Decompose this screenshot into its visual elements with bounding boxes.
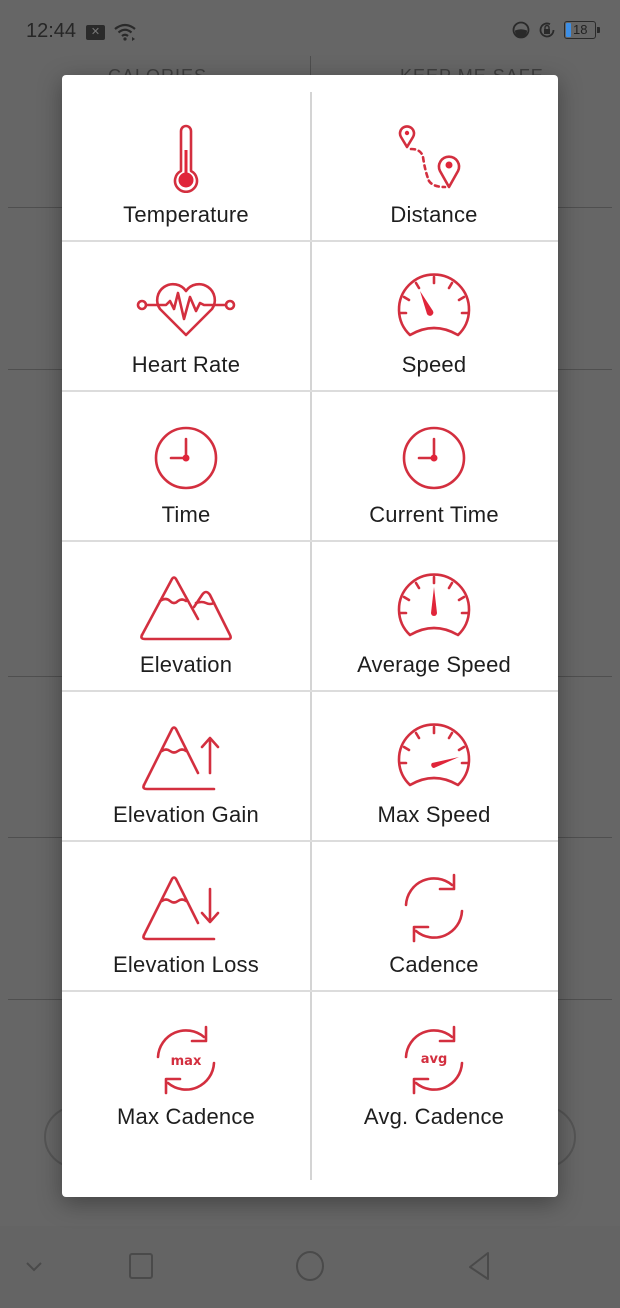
grid-row: Time Current Time xyxy=(62,392,558,542)
option-temperature[interactable]: Temperature xyxy=(62,92,310,240)
speedometer-icon xyxy=(397,273,471,337)
option-label: Heart Rate xyxy=(131,352,241,377)
option-time[interactable]: Time xyxy=(62,392,310,540)
option-label: Max Speed xyxy=(377,802,491,827)
max-cadence-icon: max xyxy=(156,1025,216,1095)
speedometer-average-icon xyxy=(397,573,471,637)
data-saver-icon xyxy=(512,21,530,39)
option-label: Elevation Gain xyxy=(113,802,259,827)
option-distance[interactable]: Distance xyxy=(310,92,558,240)
option-label: Avg. Cadence xyxy=(363,1104,505,1129)
option-label: Average Speed xyxy=(357,652,511,677)
option-label: Max Cadence xyxy=(117,1104,255,1129)
wifi-icon xyxy=(114,23,136,41)
cadence-cycle-icon xyxy=(404,873,464,943)
navigation-bar xyxy=(0,1226,620,1308)
rotation-lock-icon xyxy=(539,22,555,38)
option-avg-cadence[interactable]: avg Avg. Cadence xyxy=(310,992,558,1142)
avg-cadence-icon-text: avg xyxy=(421,1052,448,1067)
data-field-picker-dialog: Temperature Distance Heart Rate Speed Ti… xyxy=(62,75,558,1197)
grid-row: Elevation Average Speed xyxy=(62,542,558,692)
avg-cadence-icon: avg xyxy=(404,1025,464,1095)
home-button[interactable] xyxy=(290,1246,330,1286)
recents-button[interactable] xyxy=(121,1246,161,1286)
option-max-speed[interactable]: Max Speed xyxy=(310,692,558,840)
option-label: Elevation Loss xyxy=(113,952,259,977)
clock-icon xyxy=(154,426,218,490)
mountain-up-arrow-icon xyxy=(142,726,220,791)
option-label: Time xyxy=(161,502,211,527)
mountains-icon xyxy=(140,576,232,641)
option-label: Elevation xyxy=(139,652,233,677)
grid-row: Heart Rate Speed xyxy=(62,242,558,392)
option-label: Temperature xyxy=(123,202,249,227)
map-route-icon xyxy=(398,125,461,189)
option-max-cadence[interactable]: max Max Cadence xyxy=(62,992,310,1142)
back-icon xyxy=(469,1252,489,1280)
data-field-grid: Temperature Distance Heart Rate Speed Ti… xyxy=(62,92,558,1142)
option-label: Speed xyxy=(401,352,467,377)
back-button[interactable] xyxy=(460,1246,500,1286)
home-icon xyxy=(296,1251,324,1281)
option-elevation[interactable]: Elevation xyxy=(62,542,310,690)
recents-icon xyxy=(129,1253,153,1279)
speedometer-max-icon xyxy=(397,723,471,787)
notification-x-icon: ✕ xyxy=(86,24,105,40)
heart-rate-icon xyxy=(136,282,236,337)
grid-row: Elevation Gain Max Speed xyxy=(62,692,558,842)
option-heart-rate[interactable]: Heart Rate xyxy=(62,242,310,390)
hide-nav-icon xyxy=(26,1262,42,1272)
grid-row: max Max Cadence avg Avg. Cadence xyxy=(62,992,558,1142)
option-speed[interactable]: Speed xyxy=(310,242,558,390)
grid-row: Elevation Loss Cadence xyxy=(62,842,558,992)
option-label: Distance xyxy=(390,202,478,227)
option-elevation-loss[interactable]: Elevation Loss xyxy=(62,842,310,990)
grid-row: Temperature Distance xyxy=(62,92,558,242)
option-cadence[interactable]: Cadence xyxy=(310,842,558,990)
battery-level: 18 xyxy=(573,22,588,37)
option-label: Current Time xyxy=(369,502,499,527)
hide-nav-button[interactable] xyxy=(14,1246,54,1286)
option-current-time[interactable]: Current Time xyxy=(310,392,558,540)
mountain-down-arrow-icon xyxy=(142,876,220,941)
battery-icon: 18 xyxy=(564,21,600,39)
option-elevation-gain[interactable]: Elevation Gain xyxy=(62,692,310,840)
max-cadence-icon-text: max xyxy=(171,1054,202,1069)
clock-icon xyxy=(402,426,466,490)
status-time: 12:44 xyxy=(26,20,77,42)
option-average-speed[interactable]: Average Speed xyxy=(310,542,558,690)
option-label: Cadence xyxy=(389,952,479,977)
thermometer-icon xyxy=(173,124,199,193)
